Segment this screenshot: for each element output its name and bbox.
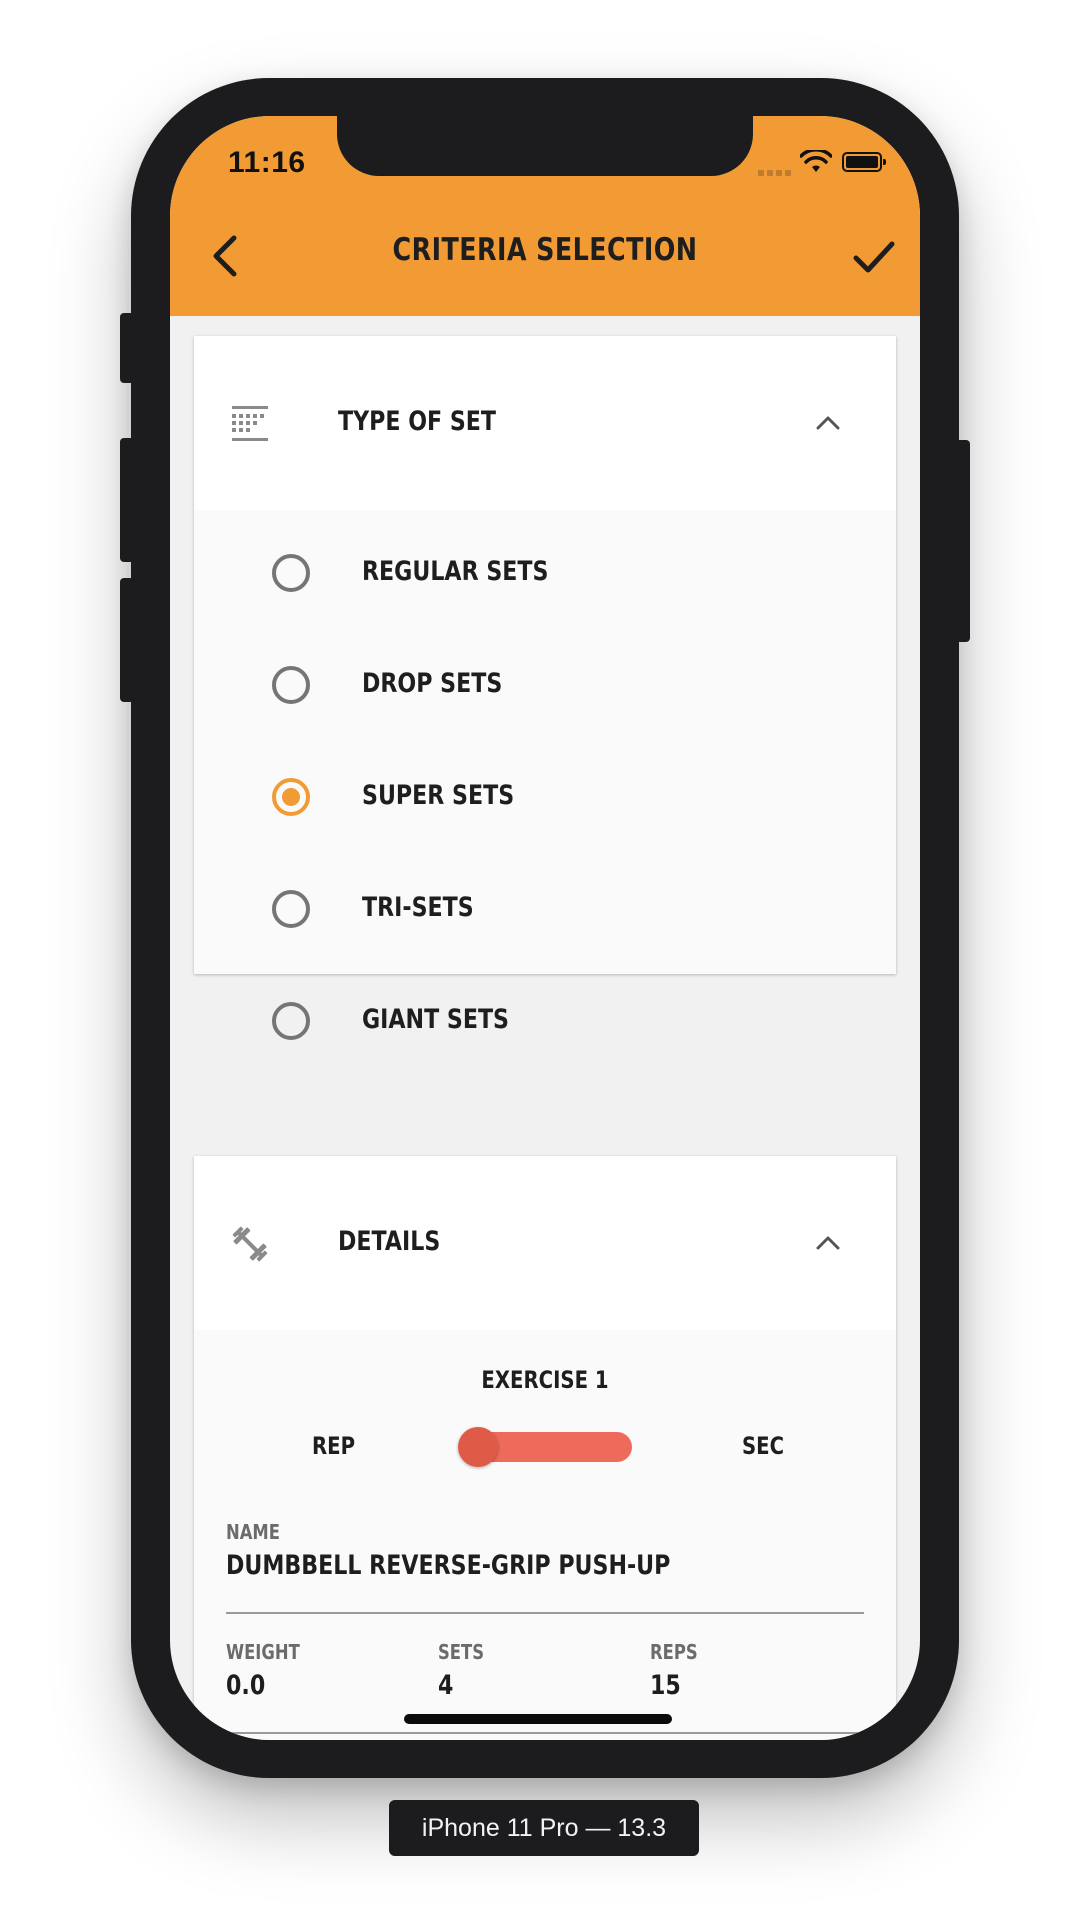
wifi-icon [800, 150, 832, 172]
page-title: CRITERIA SELECTION [392, 232, 698, 268]
reps-field-label: REPS [650, 1640, 698, 1664]
option-label: SUPER SETS [362, 780, 515, 811]
name-field-label: NAME [226, 1520, 280, 1544]
details-title: DETAILS [338, 1226, 441, 1257]
option-tri-sets[interactable]: TRI-SETS [194, 854, 896, 966]
sec-label: SEC [742, 1432, 785, 1460]
option-label: DROP SETS [362, 668, 503, 699]
rep-label: REP [312, 1432, 356, 1460]
option-drop-sets[interactable]: DROP SETS [194, 630, 896, 742]
radio-button[interactable] [272, 666, 310, 704]
volume-down-button [120, 578, 134, 702]
weight-field-label: WEIGHT [226, 1640, 300, 1664]
chevron-up-icon[interactable] [814, 412, 842, 432]
details-header[interactable]: DETAILS [194, 1156, 896, 1330]
volume-up-button [120, 438, 134, 562]
dumbbell-icon [232, 1226, 268, 1262]
radio-button[interactable] [272, 1002, 310, 1040]
silent-switch [120, 313, 134, 383]
reps-field[interactable]: 15 [650, 1670, 681, 1701]
type-of-set-card: TYPE OF SET REGULAR SETS DROP SETS SUPER… [194, 336, 896, 1040]
radio-button[interactable] [272, 890, 310, 928]
option-regular-sets[interactable]: REGULAR SETS [194, 518, 896, 630]
device-label: iPhone 11 Pro — 13.3 [389, 1800, 699, 1856]
set-type-options: REGULAR SETS DROP SETS SUPER SETS TRI-SE… [194, 510, 896, 1078]
type-of-set-header[interactable]: TYPE OF SET [194, 336, 896, 510]
name-field-underline [226, 1612, 864, 1614]
notch [337, 116, 753, 176]
home-indicator[interactable] [404, 1714, 672, 1724]
battery-icon [842, 152, 886, 172]
power-button [956, 440, 970, 642]
type-of-set-title: TYPE OF SET [338, 406, 497, 437]
option-super-sets[interactable]: SUPER SETS [194, 742, 896, 854]
rep-sec-switch-thumb[interactable] [458, 1427, 498, 1467]
sets-field[interactable]: 4 [438, 1670, 453, 1701]
check-icon[interactable] [852, 236, 896, 276]
radio-button[interactable] [272, 554, 310, 592]
status-time: 11:16 [228, 146, 306, 179]
option-label: REGULAR SETS [362, 556, 549, 587]
option-giant-sets[interactable]: GIANT SETS [194, 966, 896, 1078]
sets-field-label: SETS [438, 1640, 485, 1664]
weight-field[interactable]: 0.0 [226, 1670, 265, 1701]
chevron-up-icon[interactable] [814, 1232, 842, 1252]
phone-screen: CRITERIA SELECTION 11:16 TYPE OF SET REG… [170, 116, 920, 1740]
name-field[interactable]: DUMBBELL REVERSE-GRIP PUSH-UP [226, 1550, 670, 1581]
radio-button-selected[interactable] [272, 778, 310, 816]
details-body: EXERCISE 1 REP SEC NAME DUMBBELL REVERSE… [194, 1330, 896, 1740]
exercise-title: EXERCISE 1 [481, 1366, 609, 1394]
details-card: DETAILS EXERCISE 1 REP SEC NAME DUMBBELL… [194, 1156, 896, 1740]
option-label: TRI-SETS [362, 892, 474, 923]
grid-list-icon [232, 406, 268, 441]
option-label: GIANT SETS [362, 1004, 510, 1035]
cellular-signal-icon [758, 163, 794, 181]
stats-underline [226, 1732, 864, 1734]
